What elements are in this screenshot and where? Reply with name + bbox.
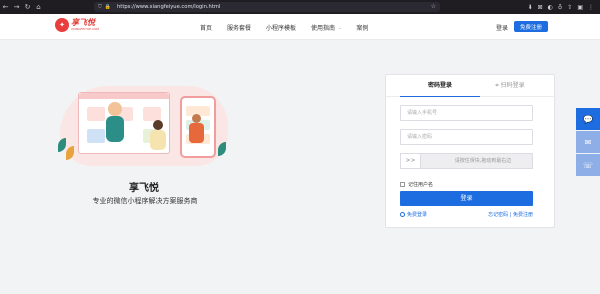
- password-input[interactable]: 请输入密码: [400, 129, 533, 145]
- remember-label: 记住用户名: [408, 182, 434, 188]
- brand-subtitle: 专业的微信小程序解决方案服务商: [92, 197, 198, 205]
- reload-icon[interactable]: ↻: [22, 0, 33, 14]
- url-text[interactable]: https://www.xiangfeiyue.com/login.html: [117, 4, 220, 10]
- back-icon[interactable]: ←: [0, 0, 11, 14]
- share-icon[interactable]: ⇧: [567, 4, 572, 11]
- login-tabs: 密码登录 ⌗ 扫码登录: [386, 75, 556, 97]
- forward-icon[interactable]: →: [11, 0, 22, 14]
- nav-guide[interactable]: 使用指南 ⌄: [311, 23, 341, 32]
- nav-cases[interactable]: 案例: [356, 23, 368, 32]
- phone-icon[interactable]: ☏: [576, 154, 600, 176]
- translate-icon[interactable]: ♁: [558, 4, 562, 11]
- tab-qr-login[interactable]: ⌗ 扫码登录: [470, 75, 550, 97]
- download-icon[interactable]: ⬇: [528, 4, 533, 11]
- login-card: 密码登录 ⌗ 扫码登录 请输入手机号 请输入密码 >> 请按住滑块,拖动到最右边…: [385, 74, 556, 228]
- logo-name: 享飞悦: [71, 18, 95, 27]
- browser-toolbar: ← → ↻ ⌂ ⛉ 🔒 https://www.xiangfeiyue.com/…: [0, 0, 600, 14]
- login-button[interactable]: 登录: [400, 191, 533, 206]
- chat-icon[interactable]: 💬: [576, 108, 600, 130]
- message-icon[interactable]: ✉: [576, 131, 600, 153]
- illustration-person-1: [108, 102, 122, 116]
- illustration-person-3-body: [189, 123, 204, 143]
- shield-icon[interactable]: ⛉: [98, 4, 102, 10]
- slider-handle[interactable]: >>: [401, 154, 421, 168]
- logo[interactable]: ✦ 享飞悦 XIANGFEIYUE.COM: [55, 18, 99, 32]
- free-login-link[interactable]: 免费登录: [400, 211, 427, 218]
- nav-packages[interactable]: 服务套餐: [227, 23, 251, 32]
- radio-icon: [400, 212, 405, 217]
- logo-domain: XIANGFEIYUE.COM: [71, 27, 99, 31]
- remember-me[interactable]: 记住用户名: [400, 181, 433, 188]
- slider-captcha[interactable]: >> 请按住滑块,拖动到最右边: [400, 153, 533, 169]
- illustration-person-1-body: [106, 116, 124, 142]
- phone-input[interactable]: 请输入手机号: [400, 105, 533, 121]
- slider-hint: 请按住滑块,拖动到最右边: [454, 158, 512, 164]
- lock-icon[interactable]: 🔒: [105, 4, 111, 10]
- brand-title: 享飞悦: [129, 183, 159, 194]
- login-link[interactable]: 登录: [496, 23, 508, 32]
- main-nav: 首页 服务套餐 小程序模板 使用指南 ⌄ 案例: [200, 14, 383, 40]
- bookmark-star-icon[interactable]: ☆: [431, 2, 436, 12]
- menu-icon[interactable]: ⋮: [588, 4, 594, 11]
- illustration-leaf: [218, 142, 226, 156]
- hero-illustration: [52, 80, 236, 172]
- chevron-down-icon: ⌄: [338, 24, 342, 30]
- register-button[interactable]: 免费注册: [514, 21, 548, 32]
- extension-icon[interactable]: ◐: [548, 4, 553, 11]
- remember-checkbox[interactable]: [400, 182, 405, 187]
- extension-icons: ⬇ ⊠ ◐ ♁ ⇧ ▣ ⋮: [528, 0, 594, 14]
- logo-mark-icon: ✦: [55, 18, 69, 32]
- sidebar-icon[interactable]: ▣: [577, 4, 583, 11]
- site-header: ✦ 享飞悦 XIANGFEIYUE.COM 首页 服务套餐 小程序模板 使用指南…: [0, 14, 600, 40]
- illustration-person-2: [153, 120, 163, 130]
- forgot-register-links[interactable]: 忘记密码 | 免费注册: [488, 211, 533, 218]
- nav-templates[interactable]: 小程序模板: [266, 23, 296, 32]
- nav-home[interactable]: 首页: [200, 23, 212, 32]
- illustration-person-2-body: [150, 130, 166, 150]
- tab-password-login[interactable]: 密码登录: [400, 75, 480, 97]
- address-bar[interactable]: ⛉ 🔒 https://www.xiangfeiyue.com/login.ht…: [94, 2, 440, 12]
- screenshot-icon[interactable]: ⊠: [538, 4, 543, 11]
- illustration-person-3: [192, 114, 201, 123]
- home-icon[interactable]: ⌂: [33, 0, 44, 14]
